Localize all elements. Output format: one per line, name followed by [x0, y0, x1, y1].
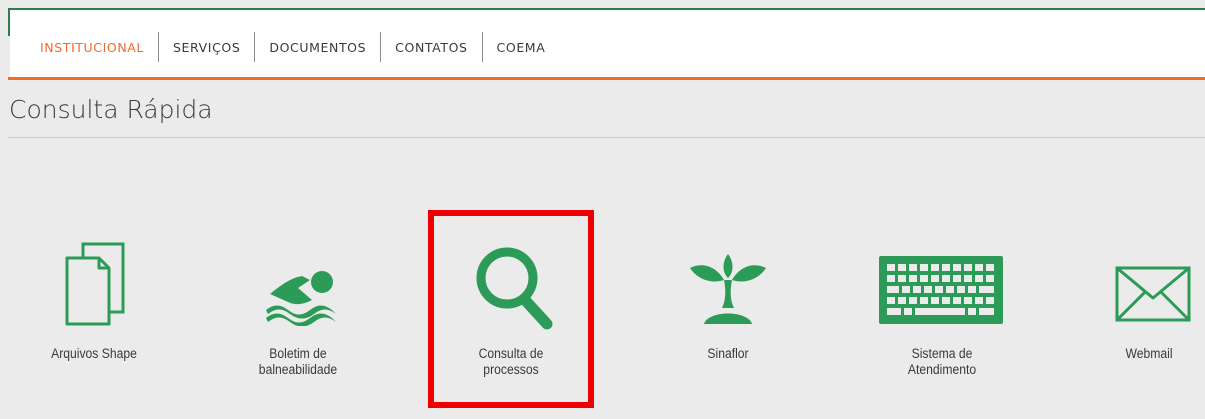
nav-item-contatos[interactable]: CONTATOS [381, 30, 481, 64]
tile-sistema-atendimento[interactable]: Sistema de Atendimento [862, 228, 1022, 408]
title-divider [8, 137, 1205, 138]
left-border-tick [8, 8, 10, 36]
navbar-accent-line [8, 77, 1205, 80]
nav-item-documentos[interactable]: DOCUMENTOS [255, 30, 380, 64]
tile-label: Webmail [1125, 346, 1173, 361]
highlight-box [428, 210, 594, 408]
document-copy-icon [65, 242, 125, 326]
tile-webmail[interactable]: Webmail [1069, 228, 1205, 408]
nav-item-institucional[interactable]: INSTITUCIONAL [28, 30, 158, 64]
tile-label: Sinaflor [707, 346, 749, 361]
nav-item-coema[interactable]: COEMA [483, 30, 560, 64]
swimmer-icon [266, 271, 336, 326]
nav-item-servicos[interactable]: SERVIÇOS [159, 30, 254, 64]
sprout-icon [690, 254, 766, 324]
envelope-icon [1115, 266, 1191, 322]
keyboard-icon [879, 256, 1003, 324]
tile-boletim-balneabilidade[interactable]: Boletim de balneabilidade [218, 228, 378, 408]
tile-arquivos-shape[interactable]: Arquivos Shape [14, 228, 174, 408]
tile-label: Arquivos Shape [51, 346, 137, 361]
tile-sinaflor[interactable]: Sinaflor [648, 228, 808, 408]
tile-label: Boletim de balneabilidade [258, 346, 338, 377]
main-navigation: INSTITUCIONAL SERVIÇOS DOCUMENTOS CONTAT… [28, 30, 559, 64]
tile-label: Sistema de Atendimento [907, 346, 977, 377]
page-title: Consulta Rápida [9, 95, 213, 124]
